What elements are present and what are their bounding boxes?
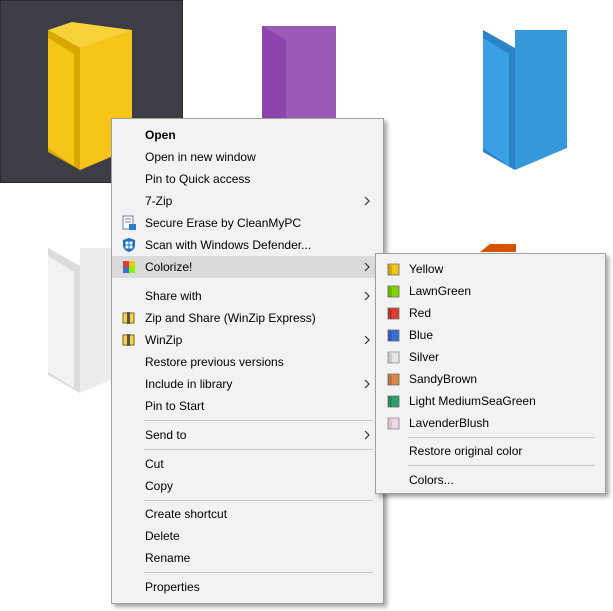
menu-item-colors[interactable]: Colors... bbox=[376, 469, 605, 491]
blue-folder-icon[interactable] bbox=[475, 20, 575, 170]
menu-item-rename[interactable]: Rename bbox=[112, 547, 383, 569]
cleanmypc-icon bbox=[122, 215, 136, 230]
menu-separator bbox=[144, 500, 373, 501]
color-option-label: Red bbox=[409, 306, 432, 320]
menu-item-label: Delete bbox=[145, 529, 180, 543]
menu-item-label: 7-Zip bbox=[145, 194, 173, 208]
menu-item-label: Open in new window bbox=[145, 150, 256, 164]
menu-separator bbox=[144, 449, 373, 450]
purple-folder-icon[interactable] bbox=[256, 20, 336, 120]
menu-item-send-to[interactable]: Send to bbox=[112, 424, 383, 446]
menu-item-label: Secure Erase by CleanMyPC bbox=[145, 216, 302, 230]
color-option-label: LawnGreen bbox=[409, 284, 472, 298]
chevron-right-icon bbox=[364, 196, 370, 206]
menu-item-include-library[interactable]: Include in library bbox=[112, 373, 383, 395]
color-option-label: Blue bbox=[409, 328, 434, 342]
menu-item-label: Cut bbox=[145, 457, 164, 471]
menu-item-create-shortcut[interactable]: Create shortcut bbox=[112, 503, 383, 525]
menu-item-open-new-window[interactable]: Open in new window bbox=[112, 146, 383, 168]
menu-item-label: Share with bbox=[145, 289, 202, 303]
orange-folder-icon[interactable] bbox=[478, 240, 518, 254]
silver-folder-icon[interactable] bbox=[40, 238, 115, 398]
menu-item-delete[interactable]: Delete bbox=[112, 525, 383, 547]
windows-defender-shield-icon bbox=[123, 238, 135, 252]
folder-swatch-icon bbox=[387, 395, 400, 408]
menu-item-label: Scan with Windows Defender... bbox=[145, 238, 312, 252]
color-option-lawngreen[interactable]: LawnGreen bbox=[376, 280, 605, 302]
menu-separator bbox=[144, 572, 373, 573]
folder-swatch-icon bbox=[387, 307, 400, 320]
chevron-right-icon bbox=[364, 262, 370, 272]
menu-item-label: Restore previous versions bbox=[145, 355, 284, 369]
folder-swatch-icon bbox=[387, 263, 400, 276]
menu-item-cut[interactable]: Cut bbox=[112, 453, 383, 475]
color-option-red[interactable]: Red bbox=[376, 302, 605, 324]
menu-separator bbox=[408, 437, 595, 438]
menu-item-label: Colorize! bbox=[145, 260, 193, 274]
menu-item-label: Open bbox=[145, 128, 176, 142]
winzip-icon bbox=[122, 334, 135, 346]
chevron-right-icon bbox=[364, 291, 370, 301]
menu-separator bbox=[408, 465, 595, 466]
chevron-right-icon bbox=[364, 335, 370, 345]
color-option-yellow[interactable]: Yellow bbox=[376, 258, 605, 280]
menu-separator bbox=[144, 420, 373, 421]
color-option-silver[interactable]: Silver bbox=[376, 346, 605, 368]
menu-item-open[interactable]: Open bbox=[112, 124, 383, 146]
menu-item-restore-original-color[interactable]: Restore original color bbox=[376, 440, 605, 462]
menu-item-copy[interactable]: Copy bbox=[112, 475, 383, 497]
menu-item-label: Rename bbox=[145, 551, 191, 565]
menu-item-label: Restore original color bbox=[409, 444, 523, 458]
menu-item-label: Colors... bbox=[409, 473, 454, 487]
menu-item-secure-erase[interactable]: Secure Erase by CleanMyPC bbox=[112, 212, 383, 234]
colorize-submenu: Yellow LawnGreen Red Blue Silver SandyBr… bbox=[375, 253, 606, 494]
color-option-sandybrown[interactable]: SandyBrown bbox=[376, 368, 605, 390]
menu-item-zip-share[interactable]: Zip and Share (WinZip Express) bbox=[112, 307, 383, 329]
menu-item-label: Zip and Share (WinZip Express) bbox=[145, 311, 316, 325]
color-option-lavenderblush[interactable]: LavenderBlush bbox=[376, 412, 605, 434]
color-option-label: Silver bbox=[409, 350, 440, 364]
menu-item-label: WinZip bbox=[145, 333, 183, 347]
menu-item-label: Send to bbox=[145, 428, 187, 442]
winzip-icon bbox=[122, 312, 135, 324]
folder-swatch-icon bbox=[387, 285, 400, 298]
menu-item-share-with[interactable]: Share with bbox=[112, 285, 383, 307]
menu-item-label: Pin to Quick access bbox=[145, 172, 251, 186]
menu-item-7zip[interactable]: 7-Zip bbox=[112, 190, 383, 212]
menu-item-restore-versions[interactable]: Restore previous versions bbox=[112, 351, 383, 373]
chevron-right-icon bbox=[364, 430, 370, 440]
menu-item-label: Pin to Start bbox=[145, 399, 205, 413]
menu-item-pin-quick-access[interactable]: Pin to Quick access bbox=[112, 168, 383, 190]
chevron-right-icon bbox=[364, 379, 370, 389]
color-option-light-mediumseagreen[interactable]: Light MediumSeaGreen bbox=[376, 390, 605, 412]
folder-swatch-icon bbox=[387, 329, 400, 342]
menu-item-scan-defender[interactable]: Scan with Windows Defender... bbox=[112, 234, 383, 256]
folder-swatch-icon bbox=[387, 417, 400, 430]
color-option-label: LavenderBlush bbox=[409, 416, 490, 430]
color-option-label: Light MediumSeaGreen bbox=[409, 394, 536, 408]
color-option-label: Yellow bbox=[409, 262, 444, 276]
folder-swatch-icon bbox=[387, 351, 400, 364]
menu-item-label: Include in library bbox=[145, 377, 233, 391]
menu-item-label: Create shortcut bbox=[145, 507, 228, 521]
color-option-blue[interactable]: Blue bbox=[376, 324, 605, 346]
menu-item-winzip[interactable]: WinZip bbox=[112, 329, 383, 351]
menu-item-label: Properties bbox=[145, 580, 200, 594]
color-option-label: SandyBrown bbox=[409, 372, 478, 386]
menu-item-label: Copy bbox=[145, 479, 174, 493]
context-menu: Open Open in new window Pin to Quick acc… bbox=[111, 118, 384, 604]
menu-item-colorize[interactable]: Colorize! bbox=[112, 256, 383, 278]
menu-item-properties[interactable]: Properties bbox=[112, 576, 383, 598]
folder-swatch-icon bbox=[387, 373, 400, 386]
colorize-icon bbox=[123, 261, 135, 273]
menu-item-pin-start[interactable]: Pin to Start bbox=[112, 395, 383, 417]
